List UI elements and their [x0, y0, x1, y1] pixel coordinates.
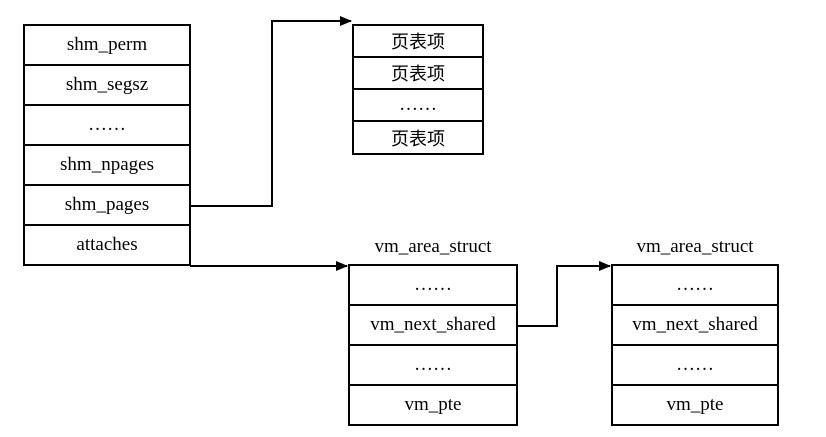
shm-npages-field: shm_npages	[23, 144, 191, 186]
shm-segsz-field: shm_segsz	[23, 64, 191, 106]
vm-area-struct-title: vm_area_struct	[636, 236, 754, 257]
vm-area-struct-title: vm_area_struct	[374, 236, 492, 257]
page-table-entry: 页表项	[352, 120, 484, 155]
shm-perm-field: shm_perm	[23, 24, 191, 66]
page-table-entry: 页表项	[352, 24, 484, 58]
vm-area-ellipsis: ……	[611, 344, 779, 386]
page-table-entry: 页表项	[352, 56, 484, 90]
vm-next-shared-to-vm-area-arrow	[517, 261, 611, 327]
vm-pte-field: vm_pte	[611, 384, 779, 426]
vm-pte-field: vm_pte	[348, 384, 518, 426]
vm-next-shared-field: vm_next_shared	[348, 304, 518, 346]
shm-pages-field: shm_pages	[23, 184, 191, 226]
vm-next-shared-field: vm_next_shared	[611, 304, 779, 346]
attaches-field: attaches	[23, 224, 191, 266]
vm-area-ellipsis: ……	[348, 264, 518, 306]
vm-area-ellipsis: ……	[348, 344, 518, 386]
vm-area-ellipsis: ……	[611, 264, 779, 306]
shm-ellipsis-field: ……	[23, 104, 191, 146]
shm-pages-to-page-table-arrow	[190, 16, 352, 207]
page-table-ellipsis: ……	[352, 88, 484, 122]
